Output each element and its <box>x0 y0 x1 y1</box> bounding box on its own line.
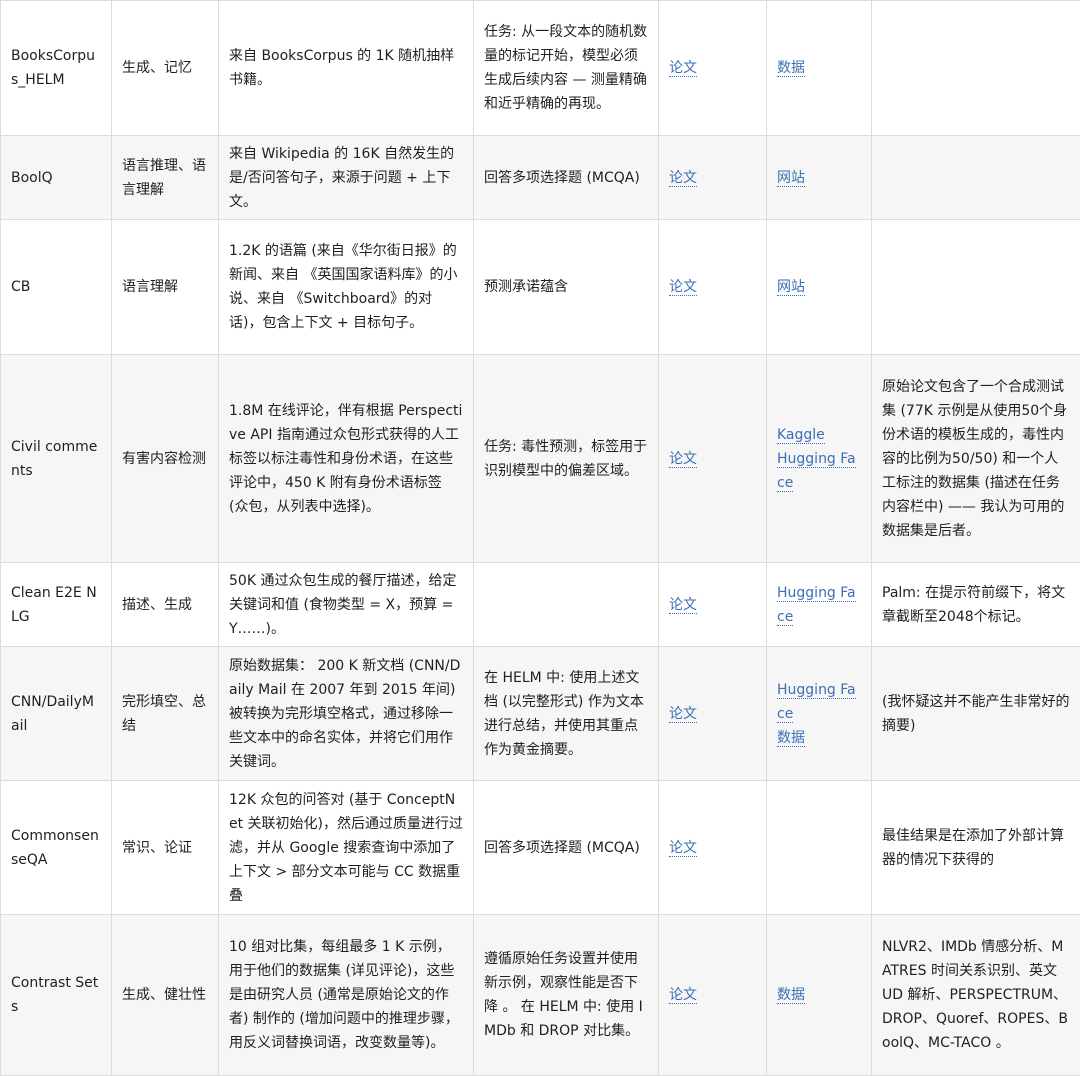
task-cell: 任务: 从一段文本的随机数量的标记开始，模型必须生成后续内容 — 测量精确和近乎… <box>474 1 659 136</box>
paper-cell: 论文 <box>659 220 767 355</box>
paper-link[interactable]: 论文 <box>669 170 697 187</box>
category-cell: 语言推理、语言理解 <box>112 136 219 220</box>
table-row: BooksCorpus_HELM 生成、记忆 来自 BooksCorpus 的 … <box>1 1 1080 136</box>
description-cell: 1.8M 在线评论，伴有根据 Perspective API 指南通过众包形式获… <box>219 355 474 563</box>
task-cell: 预测承诺蕴含 <box>474 220 659 355</box>
task-cell: 在 HELM 中: 使用上述文档 (以完整形式) 作为文本进行总结，并使用其重点… <box>474 647 659 781</box>
resource-link-data[interactable]: 数据 <box>777 987 805 1004</box>
dataset-name-cell: Civil comments <box>1 355 112 563</box>
task-cell: 回答多项选择题 (MCQA) <box>474 136 659 220</box>
resource-link-kaggle[interactable]: Kaggle <box>777 427 825 444</box>
description-cell: 来自 BooksCorpus 的 1K 随机抽样书籍。 <box>219 1 474 136</box>
task-cell: 遵循原始任务设置并使用新示例，观察性能是否下降 。 在 HELM 中: 使用 I… <box>474 915 659 1076</box>
notes-cell: NLVR2、IMDb 情感分析、MATRES 时间关系识别、英文 UD 解析、P… <box>872 915 1080 1076</box>
paper-cell: 论文 <box>659 136 767 220</box>
description-cell: 12K 众包的问答对 (基于 ConceptNet 关联初始化)，然后通过质量进… <box>219 781 474 915</box>
paper-cell: 论文 <box>659 915 767 1076</box>
notes-cell <box>872 220 1080 355</box>
paper-link[interactable]: 论文 <box>669 597 697 614</box>
notes-cell: 原始论文包含了一个合成测试集 (77K 示例是从使用50个身份术语的模板生成的，… <box>872 355 1080 563</box>
category-cell: 描述、生成 <box>112 563 219 647</box>
resource-link-website[interactable]: 网站 <box>777 170 805 187</box>
table-body: BooksCorpus_HELM 生成、记忆 来自 BooksCorpus 的 … <box>1 1 1080 1076</box>
dataset-name-cell: CNN/DailyMail <box>1 647 112 781</box>
paper-link[interactable]: 论文 <box>669 451 697 468</box>
description-cell: 来自 Wikipedia 的 16K 自然发生的是/否问答句子，来源于问题 + … <box>219 136 474 220</box>
resource-cell: 数据 <box>767 1 872 136</box>
dataset-name-cell: CB <box>1 220 112 355</box>
table-row: CommonsenseQA 常识、论证 12K 众包的问答对 (基于 Conce… <box>1 781 1080 915</box>
resource-link-data[interactable]: 数据 <box>777 60 805 77</box>
table-row: BoolQ 语言推理、语言理解 来自 Wikipedia 的 16K 自然发生的… <box>1 136 1080 220</box>
description-cell: 10 组对比集，每组最多 1 K 示例，用于他们的数据集 (详见评论)，这些是由… <box>219 915 474 1076</box>
resource-cell: Kaggle Hugging Face <box>767 355 872 563</box>
table-row: Clean E2E NLG 描述、生成 50K 通过众包生成的餐厅描述，给定关键… <box>1 563 1080 647</box>
paper-link[interactable]: 论文 <box>669 987 697 1004</box>
resource-link-hugging-face[interactable]: Hugging Face <box>777 682 856 723</box>
resource-cell: Hugging Face <box>767 563 872 647</box>
resource-cell: 数据 <box>767 915 872 1076</box>
resource-cell: 网站 <box>767 220 872 355</box>
description-cell: 50K 通过众包生成的餐厅描述，给定关键词和值 (食物类型 = X，预算 = Y… <box>219 563 474 647</box>
resource-link-hugging-face[interactable]: Hugging Face <box>777 451 856 492</box>
table-row: CB 语言理解 1.2K 的语篇 (来自《华尔街日报》的新闻、来自 《英国国家语… <box>1 220 1080 355</box>
task-cell: 任务: 毒性预测，标签用于识别模型中的偏差区域。 <box>474 355 659 563</box>
paper-link[interactable]: 论文 <box>669 706 697 723</box>
category-cell: 语言理解 <box>112 220 219 355</box>
paper-cell: 论文 <box>659 355 767 563</box>
paper-link[interactable]: 论文 <box>669 840 697 857</box>
table-row: Contrast Sets 生成、健壮性 10 组对比集，每组最多 1 K 示例… <box>1 915 1080 1076</box>
notes-cell: Palm: 在提示符前缀下，将文章截断至2048个标记。 <box>872 563 1080 647</box>
notes-cell: (我怀疑这并不能产生非常好的摘要) <box>872 647 1080 781</box>
dataset-name-cell: Clean E2E NLG <box>1 563 112 647</box>
paper-link[interactable]: 论文 <box>669 60 697 77</box>
task-cell: 回答多项选择题 (MCQA) <box>474 781 659 915</box>
resource-link-data[interactable]: 数据 <box>777 730 805 747</box>
resource-link-hugging-face[interactable]: Hugging Face <box>777 585 856 626</box>
description-cell: 1.2K 的语篇 (来自《华尔街日报》的新闻、来自 《英国国家语料库》的小说、来… <box>219 220 474 355</box>
dataset-name-cell: CommonsenseQA <box>1 781 112 915</box>
category-cell: 完形填空、总结 <box>112 647 219 781</box>
paper-cell: 论文 <box>659 781 767 915</box>
paper-cell: 论文 <box>659 647 767 781</box>
paper-cell: 论文 <box>659 563 767 647</box>
notes-cell: 最佳结果是在添加了外部计算器的情况下获得的 <box>872 781 1080 915</box>
category-cell: 有害内容检测 <box>112 355 219 563</box>
task-cell <box>474 563 659 647</box>
notes-cell <box>872 136 1080 220</box>
dataset-table: BooksCorpus_HELM 生成、记忆 来自 BooksCorpus 的 … <box>0 0 1080 1076</box>
description-cell: 原始数据集： 200 K 新文档 (CNN/Daily Mail 在 2007 … <box>219 647 474 781</box>
table-row: CNN/DailyMail 完形填空、总结 原始数据集： 200 K 新文档 (… <box>1 647 1080 781</box>
paper-cell: 论文 <box>659 1 767 136</box>
resource-cell: Hugging Face 数据 <box>767 647 872 781</box>
resource-link-website[interactable]: 网站 <box>777 279 805 296</box>
dataset-name-cell: BoolQ <box>1 136 112 220</box>
dataset-name-cell: Contrast Sets <box>1 915 112 1076</box>
resource-cell: 网站 <box>767 136 872 220</box>
table-row: Civil comments 有害内容检测 1.8M 在线评论，伴有根据 Per… <box>1 355 1080 563</box>
notes-cell <box>872 1 1080 136</box>
paper-link[interactable]: 论文 <box>669 279 697 296</box>
category-cell: 生成、健壮性 <box>112 915 219 1076</box>
category-cell: 生成、记忆 <box>112 1 219 136</box>
category-cell: 常识、论证 <box>112 781 219 915</box>
dataset-name-cell: BooksCorpus_HELM <box>1 1 112 136</box>
resource-cell <box>767 781 872 915</box>
